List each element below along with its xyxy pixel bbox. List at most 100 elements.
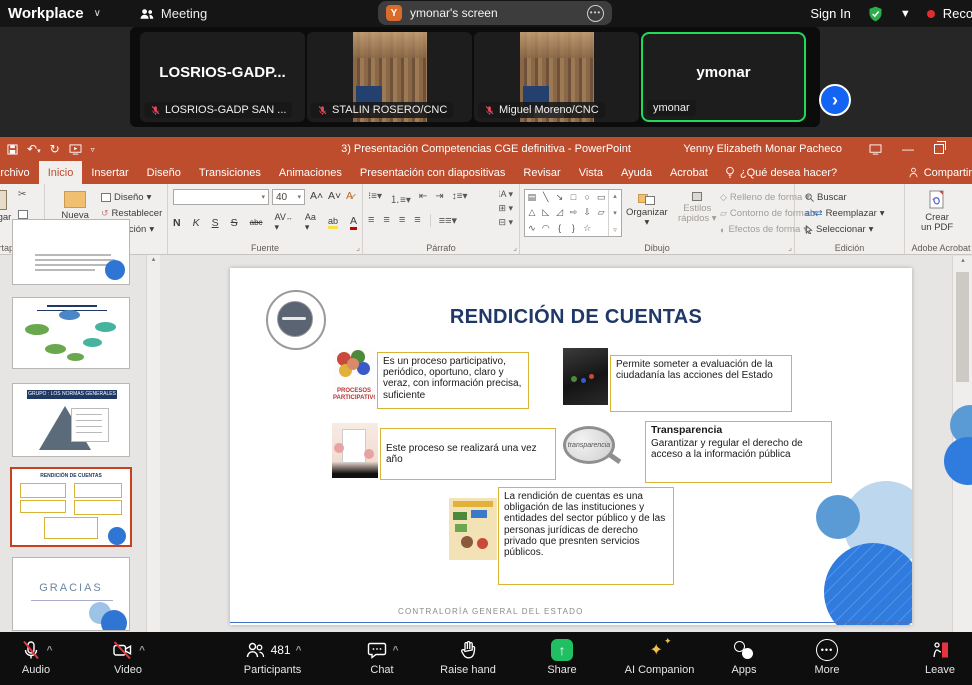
tab-acrobat[interactable]: Acrobat <box>661 161 717 184</box>
grow-font-button[interactable]: A˄ <box>310 190 323 202</box>
line-spacing-button[interactable]: ↕≡▾ <box>452 191 468 206</box>
slide-textbox-5[interactable]: La rendición de cuentas es una obligació… <box>498 487 674 585</box>
meeting-tab[interactable]: Meeting <box>139 6 207 21</box>
bold-button[interactable]: N <box>173 217 181 229</box>
font-color-button[interactable]: A <box>350 215 357 230</box>
next-participants-button[interactable]: › <box>819 84 851 116</box>
cut-button[interactable]: ✂ <box>18 189 26 200</box>
slide-thumbnail-1[interactable] <box>12 219 130 285</box>
columns-button[interactable]: ≡≡▾ <box>430 214 457 227</box>
align-right-button[interactable]: ≡ <box>399 214 405 227</box>
change-case-button[interactable]: Aa ▾ <box>305 212 316 233</box>
arrange-button[interactable]: Organizar ▾ <box>626 192 668 228</box>
thumbnail-scrollbar[interactable]: ▴ <box>146 255 160 632</box>
replace-button[interactable]: ab⇄ Reemplazar ▾ <box>805 208 885 219</box>
reset-slide-button[interactable]: ↺Restablecer <box>101 208 162 219</box>
undo-icon[interactable]: ↶▾ <box>27 142 41 156</box>
interpretation-icon[interactable]: ▼ <box>900 8 911 20</box>
ai-companion-button[interactable]: ✦✦ AI Companion <box>612 638 707 676</box>
shrink-font-button[interactable]: A˅ <box>328 190 341 202</box>
strikethrough-button[interactable]: S <box>231 217 238 229</box>
align-text-button[interactable]: ⊞ ▾ <box>498 203 513 214</box>
video-button[interactable]: ^ Video <box>98 638 158 676</box>
tab-insertar[interactable]: Insertar <box>82 161 137 184</box>
video-tile-losrios[interactable]: LOSRIOS-GADP... LOSRIOS-GADP SAN ... <box>140 32 305 122</box>
display-settings-icon[interactable] <box>869 144 882 155</box>
create-pdf-button[interactable]: Crear un PDF <box>921 190 953 233</box>
justify-button[interactable]: ≡ <box>414 214 420 227</box>
text-direction-button[interactable]: ⦙A ▾ <box>498 189 513 200</box>
share-button[interactable]: ↑ Share <box>532 638 592 676</box>
font-size-combo[interactable]: 40▾ <box>272 189 305 205</box>
raise-hand-button[interactable]: Raise hand <box>428 638 508 676</box>
slide-textbox-1[interactable]: Es un proceso participativo, periódico, … <box>377 352 529 409</box>
video-tile-miguel[interactable]: Miguel Moreno/CNC <box>474 32 639 122</box>
participants-options-chevron[interactable]: ^ <box>296 645 302 656</box>
slide-thumbnail-2[interactable] <box>12 297 130 369</box>
tab-vista[interactable]: Vista <box>570 161 612 184</box>
slide-textbox-4[interactable]: Transparencia Garantizar y regular el de… <box>645 421 832 483</box>
sign-in-button[interactable]: Sign In <box>810 6 850 21</box>
dialog-launcher-icon[interactable]: ⌟ <box>788 243 792 252</box>
ppt-title-bar[interactable]: ↶▾ ↻ ▿ 3) Presentación Competencias CGE … <box>0 137 972 161</box>
find-button[interactable]: Buscar <box>805 192 847 203</box>
gallery-scrollbar[interactable]: ▴▾▿ <box>608 190 621 236</box>
redo-icon[interactable]: ↻ <box>50 142 60 156</box>
participants-button[interactable]: 481 ^ Participants <box>225 638 320 676</box>
slide-layout-button[interactable]: Diseño ▾ <box>101 192 151 203</box>
share-button[interactable]: Compartir <box>908 161 972 184</box>
tab-archivo[interactable]: Archivo <box>0 161 39 184</box>
slide-textbox-3[interactable]: Este proceso se realizará una vez año <box>380 428 556 480</box>
more-button[interactable]: ••• More <box>799 638 855 676</box>
quick-styles-button[interactable]: Estilos rápidos ▾ <box>678 192 717 224</box>
font-name-combo[interactable]: ▾ <box>173 189 269 205</box>
audio-options-chevron[interactable]: ^ <box>47 645 53 656</box>
tab-revisar[interactable]: Revisar <box>514 161 569 184</box>
character-spacing-button[interactable]: AV↔ ▾ <box>275 212 293 233</box>
increase-indent-button[interactable]: ⇥ <box>435 191 443 206</box>
slide-canvas[interactable]: RENDICIÓN DE CUENTAS PROCESOS PARTICIPAT… <box>230 268 912 625</box>
workspace-menu[interactable]: Workplace <box>8 5 84 22</box>
more-options-icon[interactable]: ••• <box>587 5 604 22</box>
tab-animaciones[interactable]: Animaciones <box>270 161 351 184</box>
slide-textbox-2[interactable]: Permite someter a evaluación de la ciuda… <box>610 355 792 412</box>
qat-customize-icon[interactable]: ▿ <box>91 145 95 154</box>
shared-screen-pill[interactable]: Y ymonar's screen ••• <box>378 1 612 25</box>
tab-presentacion[interactable]: Presentación con diapositivas <box>351 161 515 184</box>
highlight-color-button[interactable]: ab <box>328 216 338 229</box>
numbering-button[interactable]: ⒈≡▾ <box>390 191 411 206</box>
clear-format-button[interactable]: A̷ <box>346 190 353 202</box>
slideshow-icon[interactable] <box>69 144 82 155</box>
slide-thumbnail-3[interactable]: GRUPO : LOS NORMAS GENERALES (4) <box>12 383 130 457</box>
tab-diseno[interactable]: Diseño <box>138 161 190 184</box>
tab-inicio[interactable]: Inicio <box>39 161 83 184</box>
restore-button[interactable] <box>934 144 944 154</box>
chevron-down-icon[interactable]: ∨ <box>94 8 101 19</box>
minimize-button[interactable]: — <box>902 142 914 156</box>
shapes-gallery[interactable]: ▤╲↘□○▭ △◺◿⇨⇩▱ ∿◠{}☆ ▴▾▿ <box>524 189 622 237</box>
slide-thumbnail-4-selected[interactable]: RENDICIÓN DE CUENTAS <box>10 467 132 547</box>
underline-button[interactable]: S <box>212 217 219 229</box>
select-button[interactable]: Seleccionar ▾ <box>805 224 873 235</box>
security-shield-icon[interactable] <box>867 5 884 23</box>
align-left-button[interactable]: ≡ <box>368 214 374 227</box>
apps-button[interactable]: Apps <box>716 638 772 676</box>
save-icon[interactable] <box>7 144 18 155</box>
video-tile-ymonar-active[interactable]: ymonar ymonar <box>641 32 806 122</box>
smartart-button[interactable]: ⊟ ▾ <box>498 217 513 228</box>
leave-button[interactable]: Leave <box>912 638 968 676</box>
italic-button[interactable]: K <box>193 217 200 229</box>
video-tile-stalin[interactable]: STALIN ROSERO/CNC <box>307 32 472 122</box>
decrease-indent-button[interactable]: ⇤ <box>419 191 427 206</box>
chat-options-chevron[interactable]: ^ <box>393 645 399 656</box>
shape-icons[interactable]: ▤╲↘□○▭ △◺◿⇨⇩▱ ∿◠{}☆ <box>525 190 608 236</box>
bullets-button[interactable]: ⁝≡▾ <box>368 191 382 206</box>
video-options-chevron[interactable]: ^ <box>139 645 145 656</box>
tab-ayuda[interactable]: Ayuda <box>612 161 661 184</box>
signed-in-user[interactable]: Yenny Elizabeth Monar Pacheco <box>683 143 842 155</box>
tab-transiciones[interactable]: Transiciones <box>190 161 270 184</box>
paste-button[interactable]: Pegar <box>0 190 11 223</box>
subscript-button[interactable]: abc <box>250 218 263 227</box>
align-center-button[interactable]: ≡ <box>383 214 389 227</box>
dialog-launcher-icon[interactable]: ⌟ <box>356 243 360 252</box>
